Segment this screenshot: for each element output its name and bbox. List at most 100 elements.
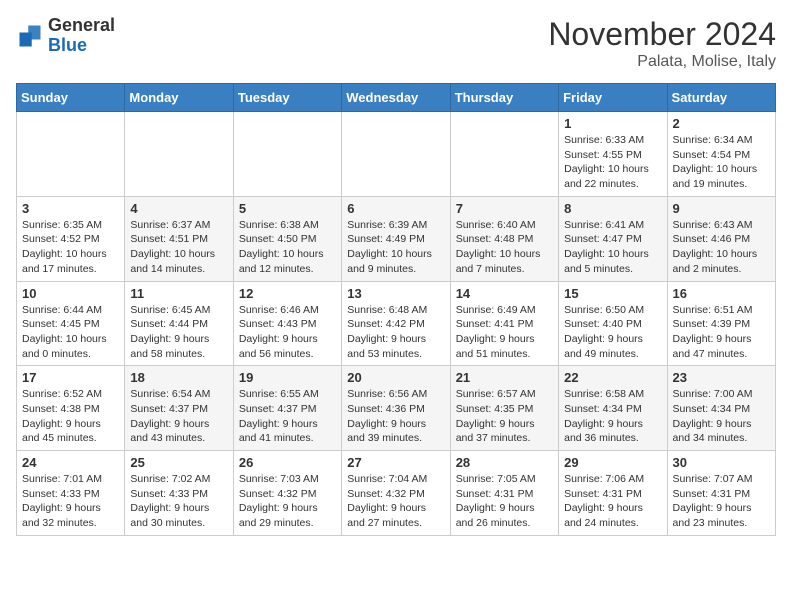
calendar-week-row: 17 Sunrise: 6:52 AM Sunset: 4:38 PM Dayli… — [17, 366, 776, 451]
day-number: 21 — [456, 370, 553, 385]
calendar-week-row: 3 Sunrise: 6:35 AM Sunset: 4:52 PM Daylig… — [17, 196, 776, 281]
day-info: Sunrise: 6:43 AM Sunset: 4:46 PM Dayligh… — [673, 218, 770, 277]
day-number: 12 — [239, 286, 336, 301]
day-info: Sunrise: 6:56 AM Sunset: 4:36 PM Dayligh… — [347, 387, 444, 446]
calendar-header-row: SundayMondayTuesdayWednesdayThursdayFrid… — [17, 84, 776, 112]
day-number: 9 — [673, 201, 770, 216]
weekday-header-friday: Friday — [559, 84, 667, 112]
calendar-cell — [17, 112, 125, 197]
calendar-cell: 10Sunrise: 6:44 AM Sunset: 4:45 PM Dayli… — [17, 281, 125, 366]
day-number: 5 — [239, 201, 336, 216]
logo-icon — [16, 22, 44, 50]
calendar-cell: 11 Sunrise: 6:45 AM Sunset: 4:44 PM Dayli… — [125, 281, 233, 366]
calendar-cell: 22Sunrise: 6:58 AM Sunset: 4:34 PM Dayli… — [559, 366, 667, 451]
month-title: November 2024 — [548, 16, 776, 53]
day-number: 17 — [22, 370, 119, 385]
day-info: Sunrise: 6:46 AM Sunset: 4:43 PM Dayligh… — [239, 303, 336, 362]
calendar-cell: 25 Sunrise: 7:02 AM Sunset: 4:33 PM Dayli… — [125, 451, 233, 536]
day-number: 23 — [673, 370, 770, 385]
day-info: Sunrise: 6:33 AM Sunset: 4:55 PM Dayligh… — [564, 133, 661, 192]
day-number: 29 — [564, 455, 661, 470]
day-number: 24 — [22, 455, 119, 470]
calendar-cell: 16Sunrise: 6:51 AM Sunset: 4:39 PM Dayli… — [667, 281, 775, 366]
weekday-header-wednesday: Wednesday — [342, 84, 450, 112]
day-info: Sunrise: 6:40 AM Sunset: 4:48 PM Dayligh… — [456, 218, 553, 277]
day-info: Sunrise: 7:01 AM Sunset: 4:33 PM Dayligh… — [22, 472, 119, 531]
day-info: Sunrise: 7:02 AM Sunset: 4:33 PM Dayligh… — [130, 472, 227, 531]
weekday-header-tuesday: Tuesday — [233, 84, 341, 112]
day-info: Sunrise: 6:51 AM Sunset: 4:39 PM Dayligh… — [673, 303, 770, 362]
logo: General Blue — [16, 16, 115, 56]
day-info: Sunrise: 7:07 AM Sunset: 4:31 PM Dayligh… — [673, 472, 770, 531]
day-number: 22 — [564, 370, 661, 385]
day-info: Sunrise: 7:05 AM Sunset: 4:31 PM Dayligh… — [456, 472, 553, 531]
calendar-week-row: 1 Sunrise: 6:33 AM Sunset: 4:55 PM Daylig… — [17, 112, 776, 197]
calendar-cell: 4Sunrise: 6:37 AM Sunset: 4:51 PM Daylig… — [125, 196, 233, 281]
calendar-table: SundayMondayTuesdayWednesdayThursdayFrid… — [16, 83, 776, 536]
day-info: Sunrise: 6:45 AM Sunset: 4:44 PM Dayligh… — [130, 303, 227, 362]
calendar-cell: 3 Sunrise: 6:35 AM Sunset: 4:52 PM Daylig… — [17, 196, 125, 281]
day-number: 30 — [673, 455, 770, 470]
day-info: Sunrise: 7:00 AM Sunset: 4:34 PM Dayligh… — [673, 387, 770, 446]
calendar-cell: 15 Sunrise: 6:50 AM Sunset: 4:40 PM Dayli… — [559, 281, 667, 366]
calendar-cell: 27Sunrise: 7:04 AM Sunset: 4:32 PM Dayli… — [342, 451, 450, 536]
weekday-header-sunday: Sunday — [17, 84, 125, 112]
day-number: 25 — [130, 455, 227, 470]
logo-general-text: General — [48, 15, 115, 35]
calendar-cell: 6 Sunrise: 6:39 AM Sunset: 4:49 PM Daylig… — [342, 196, 450, 281]
day-info: Sunrise: 6:35 AM Sunset: 4:52 PM Dayligh… — [22, 218, 119, 277]
calendar-cell — [342, 112, 450, 197]
day-info: Sunrise: 6:39 AM Sunset: 4:49 PM Dayligh… — [347, 218, 444, 277]
calendar-cell: 12 Sunrise: 6:46 AM Sunset: 4:43 PM Dayli… — [233, 281, 341, 366]
location-title: Palata, Molise, Italy — [548, 53, 776, 71]
day-number: 7 — [456, 201, 553, 216]
day-number: 3 — [22, 201, 119, 216]
calendar-cell: 8 Sunrise: 6:41 AM Sunset: 4:47 PM Daylig… — [559, 196, 667, 281]
day-number: 27 — [347, 455, 444, 470]
calendar-cell: 21 Sunrise: 6:57 AM Sunset: 4:35 PM Dayli… — [450, 366, 558, 451]
day-info: Sunrise: 7:03 AM Sunset: 4:32 PM Dayligh… — [239, 472, 336, 531]
calendar-cell: 20Sunrise: 6:56 AM Sunset: 4:36 PM Dayli… — [342, 366, 450, 451]
day-number: 13 — [347, 286, 444, 301]
day-info: Sunrise: 6:50 AM Sunset: 4:40 PM Dayligh… — [564, 303, 661, 362]
calendar-cell: 18Sunrise: 6:54 AM Sunset: 4:37 PM Dayli… — [125, 366, 233, 451]
day-info: Sunrise: 6:41 AM Sunset: 4:47 PM Dayligh… — [564, 218, 661, 277]
weekday-header-thursday: Thursday — [450, 84, 558, 112]
calendar-cell — [450, 112, 558, 197]
page-header: General Blue November 2024 Palata, Molis… — [16, 16, 776, 71]
day-info: Sunrise: 6:54 AM Sunset: 4:37 PM Dayligh… — [130, 387, 227, 446]
day-info: Sunrise: 6:52 AM Sunset: 4:38 PM Dayligh… — [22, 387, 119, 446]
weekday-header-saturday: Saturday — [667, 84, 775, 112]
calendar-cell: 9 Sunrise: 6:43 AM Sunset: 4:46 PM Daylig… — [667, 196, 775, 281]
day-number: 15 — [564, 286, 661, 301]
calendar-cell: 13 Sunrise: 6:48 AM Sunset: 4:42 PM Dayli… — [342, 281, 450, 366]
day-number: 8 — [564, 201, 661, 216]
day-number: 2 — [673, 116, 770, 131]
calendar-cell: 28Sunrise: 7:05 AM Sunset: 4:31 PM Dayli… — [450, 451, 558, 536]
day-info: Sunrise: 7:06 AM Sunset: 4:31 PM Dayligh… — [564, 472, 661, 531]
calendar-week-row: 24 Sunrise: 7:01 AM Sunset: 4:33 PM Dayli… — [17, 451, 776, 536]
day-info: Sunrise: 6:38 AM Sunset: 4:50 PM Dayligh… — [239, 218, 336, 277]
day-info: Sunrise: 6:48 AM Sunset: 4:42 PM Dayligh… — [347, 303, 444, 362]
title-block: November 2024 Palata, Molise, Italy — [548, 16, 776, 71]
day-number: 1 — [564, 116, 661, 131]
day-number: 6 — [347, 201, 444, 216]
calendar-cell: 5 Sunrise: 6:38 AM Sunset: 4:50 PM Daylig… — [233, 196, 341, 281]
calendar-cell: 24 Sunrise: 7:01 AM Sunset: 4:33 PM Dayli… — [17, 451, 125, 536]
day-number: 10 — [22, 286, 119, 301]
day-number: 26 — [239, 455, 336, 470]
calendar-cell — [125, 112, 233, 197]
day-info: Sunrise: 6:57 AM Sunset: 4:35 PM Dayligh… — [456, 387, 553, 446]
day-info: Sunrise: 6:49 AM Sunset: 4:41 PM Dayligh… — [456, 303, 553, 362]
day-info: Sunrise: 6:34 AM Sunset: 4:54 PM Dayligh… — [673, 133, 770, 192]
calendar-cell: 7 Sunrise: 6:40 AM Sunset: 4:48 PM Daylig… — [450, 196, 558, 281]
logo-blue-text: Blue — [48, 35, 87, 55]
calendar-cell: 14 Sunrise: 6:49 AM Sunset: 4:41 PM Dayli… — [450, 281, 558, 366]
day-info: Sunrise: 6:37 AM Sunset: 4:51 PM Dayligh… — [130, 218, 227, 277]
calendar-cell — [233, 112, 341, 197]
day-number: 11 — [130, 286, 227, 301]
day-number: 14 — [456, 286, 553, 301]
weekday-header-monday: Monday — [125, 84, 233, 112]
calendar-cell: 2 Sunrise: 6:34 AM Sunset: 4:54 PM Daylig… — [667, 112, 775, 197]
calendar-cell: 19Sunrise: 6:55 AM Sunset: 4:37 PM Dayli… — [233, 366, 341, 451]
